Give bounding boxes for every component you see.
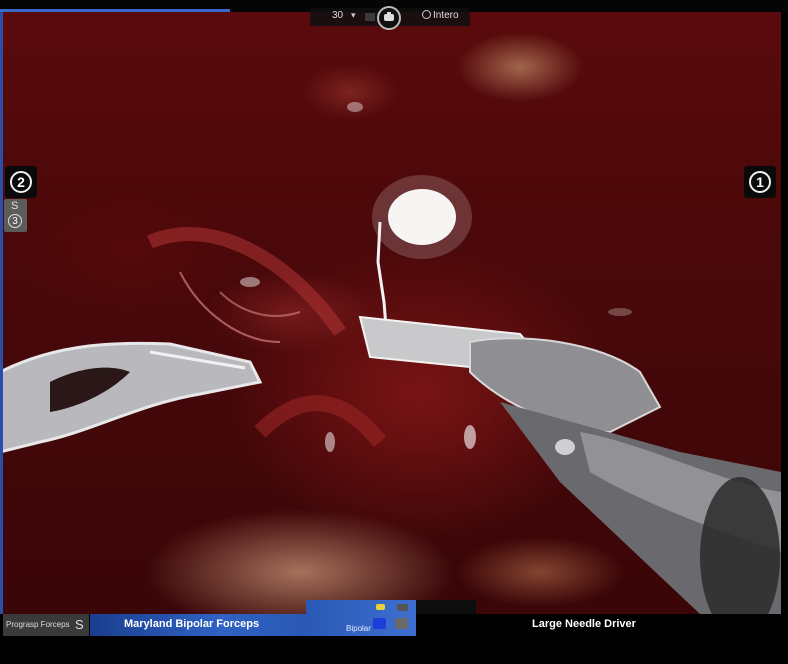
swap-label: S	[11, 200, 19, 212]
top-accent-strip	[0, 9, 230, 12]
right-instrument-label: Large Needle Driver	[532, 618, 636, 630]
grey-pedal-icon	[397, 604, 408, 611]
left-instrument-label: Maryland Bipolar Forceps	[124, 618, 260, 630]
chevron-down-icon: ▾	[351, 10, 356, 20]
endoscope-video-feed	[0, 12, 781, 614]
view-mode-label: Intero	[433, 10, 459, 21]
inactive-instrument-panel[interactable]: Prograsp Forceps S	[3, 614, 89, 636]
left-edge-indicator	[0, 12, 3, 614]
energy-panel[interactable]: Bipolar	[306, 600, 416, 636]
camera-icon[interactable]	[377, 6, 401, 30]
surgical-scene	[0, 102, 781, 614]
intero-icon	[422, 10, 431, 19]
zoom-level: 30	[332, 10, 344, 21]
arm-badge-left: 2	[5, 166, 37, 198]
view-mode: Intero	[422, 10, 459, 21]
yellow-pedal-icon	[376, 604, 385, 610]
arm-number-left: 2	[10, 171, 32, 193]
right-instrument-panel[interactable]: Large Needle Driver	[416, 614, 780, 636]
energy-label: Bipolar	[346, 624, 371, 633]
camera-side-indicator	[365, 13, 375, 21]
arm-badge-right: 1	[744, 166, 776, 198]
energy-panel-extension	[416, 600, 476, 614]
inactive-instrument-label: Prograsp Forceps	[6, 620, 70, 629]
arm-swap-indicator[interactable]: S 3	[4, 199, 27, 232]
swap-icon: S	[75, 617, 84, 632]
arm-number-right: 1	[749, 171, 771, 193]
left-instrument-panel[interactable]: Maryland Bipolar Forceps	[90, 614, 306, 636]
grey-pedal-icon	[395, 618, 408, 629]
swap-arm-number: 3	[8, 214, 22, 228]
camera-status-panel: 30 ▾ Intero	[310, 6, 470, 30]
blue-pedal-icon	[373, 618, 386, 629]
